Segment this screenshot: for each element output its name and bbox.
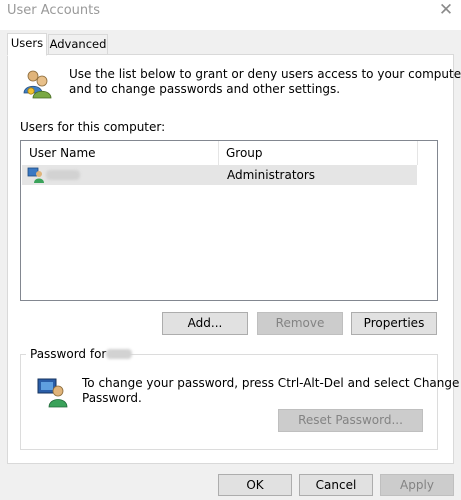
column-header-group-label: Group xyxy=(226,146,263,160)
password-instructions: To change your password, press Ctrl-Alt-… xyxy=(82,376,459,406)
column-header-group[interactable]: Group xyxy=(220,141,418,165)
tab-advanced-label: Advanced xyxy=(49,37,107,51)
add-user-button-label: Add... xyxy=(187,316,223,330)
intro-text: Use the list below to grant or deny user… xyxy=(69,67,461,97)
password-group-legend: Password for xyxy=(26,347,111,361)
users-icon xyxy=(21,67,53,99)
user-name-redacted xyxy=(46,170,80,180)
table-row[interactable]: Administrators xyxy=(22,165,417,185)
users-section-label: Users for this computer: xyxy=(20,120,166,134)
user-group-cell: Administrators xyxy=(227,168,316,182)
reset-password-button[interactable]: Reset Password... xyxy=(278,409,423,432)
tab-advanced[interactable]: Advanced xyxy=(48,34,108,55)
password-user-redacted xyxy=(106,349,132,359)
column-header-user-name[interactable]: User Name xyxy=(21,141,219,165)
apply-button[interactable]: Apply xyxy=(380,474,454,496)
cancel-button-label: Cancel xyxy=(315,478,357,492)
window-title: User Accounts xyxy=(7,3,101,18)
apply-button-label: Apply xyxy=(400,478,434,492)
ok-button[interactable]: OK xyxy=(218,474,292,496)
password-line-1: To change your password, press Ctrl-Alt-… xyxy=(82,376,460,390)
close-icon[interactable]: ✕ xyxy=(433,0,459,22)
tab-users-label: Users xyxy=(10,36,44,50)
ok-button-label: OK xyxy=(246,478,264,492)
password-user-icon xyxy=(37,376,69,408)
column-header-user-name-label: User Name xyxy=(29,146,96,160)
password-line-2: Password. xyxy=(82,391,142,405)
reset-password-button-label: Reset Password... xyxy=(298,413,403,427)
intro-line-1: Use the list below to grant or deny user… xyxy=(69,67,461,81)
user-icon xyxy=(27,166,45,184)
password-legend-label: Password for xyxy=(30,347,107,361)
add-user-button[interactable]: Add... xyxy=(162,312,248,335)
remove-user-button-label: Remove xyxy=(275,316,325,330)
intro-line-2: and to change passwords and other settin… xyxy=(69,82,341,96)
properties-button[interactable]: Properties xyxy=(351,312,437,335)
remove-user-button[interactable]: Remove xyxy=(257,312,343,335)
users-list[interactable]: User Name Group Administrators xyxy=(20,140,438,301)
properties-button-label: Properties xyxy=(363,316,425,330)
tab-users[interactable]: Users xyxy=(7,33,47,56)
cancel-button[interactable]: Cancel xyxy=(299,474,373,496)
